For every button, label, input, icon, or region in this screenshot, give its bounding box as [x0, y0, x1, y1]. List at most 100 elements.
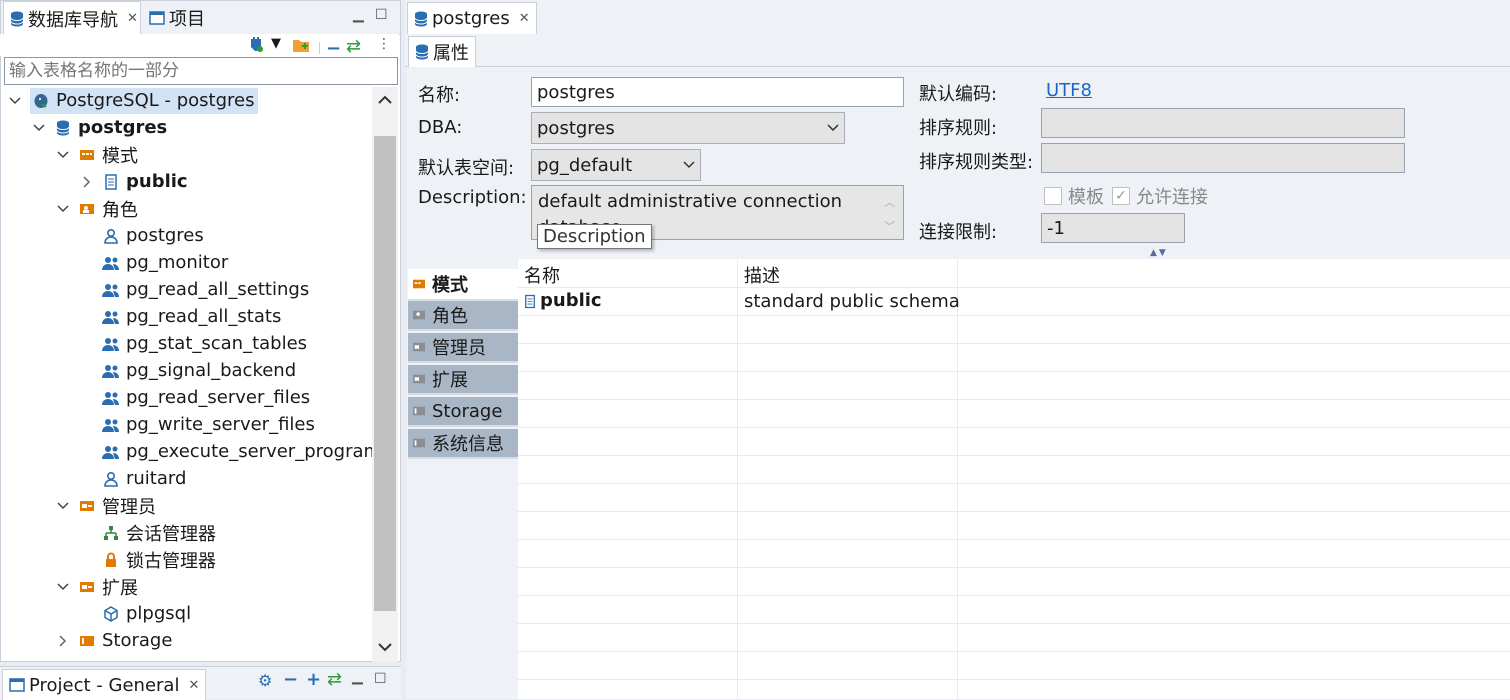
allow-connections-checkbox[interactable]: ✓ 允许连接 [1112, 183, 1208, 209]
tree-node-database[interactable]: postgres [32, 114, 167, 141]
tree-node-role[interactable]: pg_write_server_files [102, 411, 315, 438]
close-icon[interactable]: ✕ [188, 678, 199, 693]
tree-node-admin[interactable]: 管理员 [56, 492, 156, 519]
chevron-right-icon[interactable] [80, 175, 94, 189]
view-menu-icon[interactable]: ⋮ [377, 36, 391, 52]
close-icon[interactable]: ✕ [519, 11, 530, 26]
tree-node-label: 管理员 [102, 496, 156, 518]
extensions-icon [412, 373, 426, 385]
column-header-description[interactable]: 描述 [744, 262, 780, 288]
chevron-down-icon[interactable] [8, 94, 22, 108]
dba-label: DBA: [418, 117, 463, 138]
session-manager-icon [102, 524, 120, 542]
maximize-icon[interactable]: ☐ [375, 7, 388, 23]
checkbox-box[interactable] [1044, 187, 1062, 205]
vtab-admin[interactable]: 管理员 [408, 333, 518, 363]
tree-node-session-manager[interactable]: 会话管理器 [102, 519, 216, 546]
subtab-properties[interactable]: 属性 [408, 36, 476, 67]
tree-node-role[interactable]: pg_read_all_settings [102, 276, 309, 303]
collation-field[interactable] [1041, 108, 1405, 138]
collapse-all-icon[interactable]: − [326, 38, 341, 59]
row-divider [518, 483, 1510, 484]
tree-node-label: 扩展 [102, 577, 138, 599]
tree-node-role[interactable]: pg_signal_backend [102, 357, 296, 384]
minimize-icon[interactable]: ▁ [352, 669, 363, 685]
connect-icon[interactable] [248, 37, 264, 53]
tablespace-select[interactable]: pg_default [531, 149, 701, 181]
chevron-down-icon[interactable] [32, 121, 46, 135]
encoding-label: 默认编码: [919, 84, 998, 105]
tree-node-role[interactable]: pg_read_all_stats [102, 303, 281, 330]
tree-node-storage[interactable]: Storage [56, 627, 172, 654]
conn-limit-field[interactable]: -1 [1041, 213, 1185, 243]
schema-folder-icon [412, 278, 426, 290]
dropdown-arrow-icon[interactable]: ▼ [271, 36, 281, 51]
expand-all-icon[interactable]: + [306, 669, 321, 690]
collapse-all-icon[interactable]: − [283, 669, 298, 690]
tree-node-schemas[interactable]: 模式 [56, 141, 138, 168]
extension-cube-icon [102, 605, 120, 623]
chevron-down-icon[interactable] [56, 148, 70, 162]
group-icon [102, 443, 120, 461]
editor-tab-postgres[interactable]: postgres ✕ [407, 2, 537, 34]
user-icon [102, 227, 120, 245]
template-checkbox[interactable]: 模板 [1044, 183, 1104, 209]
vtab-extensions[interactable]: 扩展 [408, 365, 518, 395]
vtab-schemas[interactable]: 模式 [408, 269, 518, 301]
collation-type-field[interactable] [1041, 143, 1405, 173]
table-row[interactable]: public standard public schema [518, 288, 1510, 316]
link-editor-icon[interactable]: ⇄ [346, 36, 361, 57]
tree-node-connection[interactable]: PostgreSQL - postgres [8, 87, 259, 114]
check-icon[interactable]: ✓ [1112, 187, 1130, 205]
scroll-down-icon[interactable] [378, 643, 392, 652]
tab-project[interactable]: 项目 [143, 1, 211, 35]
new-folder-icon[interactable] [292, 37, 310, 53]
tree-node-roles[interactable]: 角色 [56, 195, 138, 222]
tab-database-navigator[interactable]: 数据库导航 ✕ [3, 1, 141, 35]
column-header-name[interactable]: 名称 [524, 262, 560, 288]
name-input[interactable]: postgres [531, 77, 904, 107]
minimize-icon[interactable]: ▁ [353, 7, 364, 23]
tree-node-role[interactable]: postgres [102, 222, 204, 249]
group-icon [102, 362, 120, 380]
scrollbar-thumb[interactable] [374, 136, 396, 611]
chevron-down-icon[interactable] [56, 580, 70, 594]
vtab-roles[interactable]: 角色 [408, 301, 518, 331]
tree-node-role[interactable]: pg_stat_scan_tables [102, 330, 307, 357]
collapse-panel-icon[interactable]: ▲▼ [1150, 248, 1168, 258]
tree-node-label: 会话管理器 [126, 523, 216, 545]
cell-name: public [540, 290, 602, 311]
scroll-up-icon[interactable]: ︿ [884, 194, 895, 210]
tree-node-plpgsql[interactable]: plpgsql [102, 600, 191, 627]
row-divider [518, 651, 1510, 652]
table-name-filter-input[interactable] [4, 57, 398, 85]
tree-node-role[interactable]: pg_execute_server_program [102, 438, 372, 465]
tree-node-extensions[interactable]: 扩展 [56, 573, 138, 600]
tab-project-general[interactable]: Project - General ✕ [2, 669, 207, 700]
dba-select[interactable]: postgres [531, 112, 845, 144]
tree-node-role[interactable]: ruitard [102, 465, 186, 492]
chevron-right-icon[interactable] [56, 634, 70, 648]
vtab-storage[interactable]: Storage [408, 397, 518, 427]
settings-gear-icon[interactable]: ⚙ [258, 671, 272, 690]
tree-node-public[interactable]: public [80, 168, 188, 195]
vtab-system-info[interactable]: 系统信息 [408, 429, 518, 459]
chevron-down-icon[interactable] [56, 202, 70, 216]
tree-node-label: pg_stat_scan_tables [126, 333, 308, 354]
group-icon [102, 335, 120, 353]
encoding-link[interactable]: UTF8 [1046, 80, 1092, 101]
template-label: 模板 [1068, 187, 1104, 208]
tree-node-lock-manager[interactable]: 锁古管理器 [102, 546, 216, 573]
scroll-up-icon[interactable] [378, 95, 392, 104]
chevron-down-icon [827, 124, 839, 132]
chevron-down-icon[interactable] [56, 499, 70, 513]
tree-node-label: 模式 [102, 145, 138, 167]
link-editor-icon[interactable]: ⇄ [327, 669, 342, 690]
tree-node-role[interactable]: pg_read_server_files [102, 384, 310, 411]
close-icon[interactable]: ✕ [127, 11, 138, 26]
chevron-down-icon [683, 161, 695, 169]
tree-node-role[interactable]: pg_monitor [102, 249, 228, 276]
scroll-down-icon[interactable]: ﹀ [884, 218, 895, 234]
vtab-label: 角色 [432, 306, 468, 327]
maximize-icon[interactable]: ☐ [374, 671, 387, 687]
